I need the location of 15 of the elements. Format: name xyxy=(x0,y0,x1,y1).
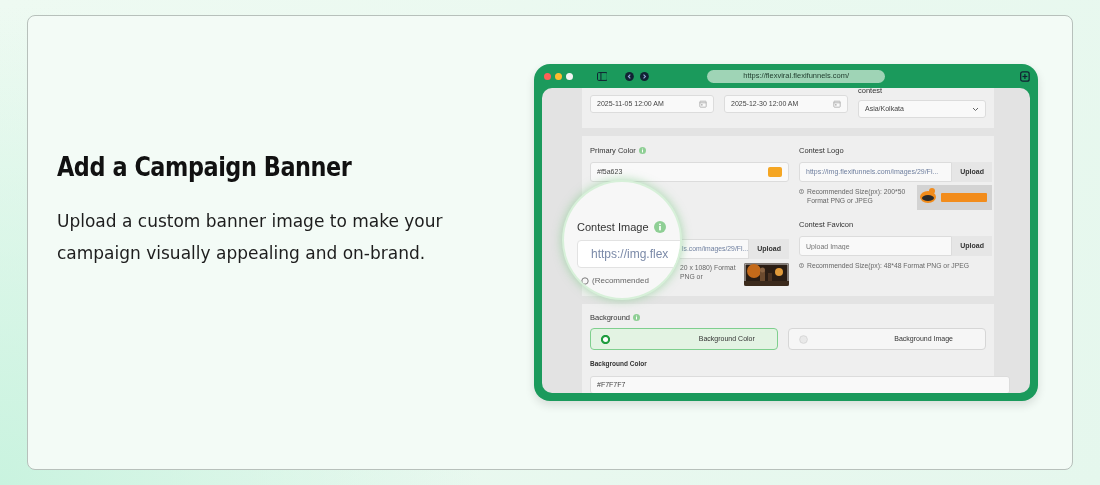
color-swatch[interactable] xyxy=(768,167,782,177)
feature-description: Upload a custom banner image to make your campaign visually appealing and on-brand. xyxy=(57,210,444,266)
calendar-icon[interactable] xyxy=(699,100,707,108)
calendar-icon[interactable] xyxy=(833,100,841,108)
field-label: Contest Image xyxy=(577,220,649,235)
url-field[interactable]: https://img.flex xyxy=(577,240,680,268)
back-icon[interactable] xyxy=(625,71,635,81)
forward-icon[interactable] xyxy=(640,71,650,81)
radio-icon[interactable] xyxy=(601,334,610,344)
feature-title: Add a Campaign Banner xyxy=(57,152,353,184)
radio-icon[interactable] xyxy=(798,334,808,344)
chevron-down-icon[interactable] xyxy=(972,106,979,112)
sidebar-icon[interactable] xyxy=(596,71,608,81)
hint-text: (Recommended xyxy=(592,275,649,287)
new-tab-icon[interactable] xyxy=(1020,70,1030,82)
